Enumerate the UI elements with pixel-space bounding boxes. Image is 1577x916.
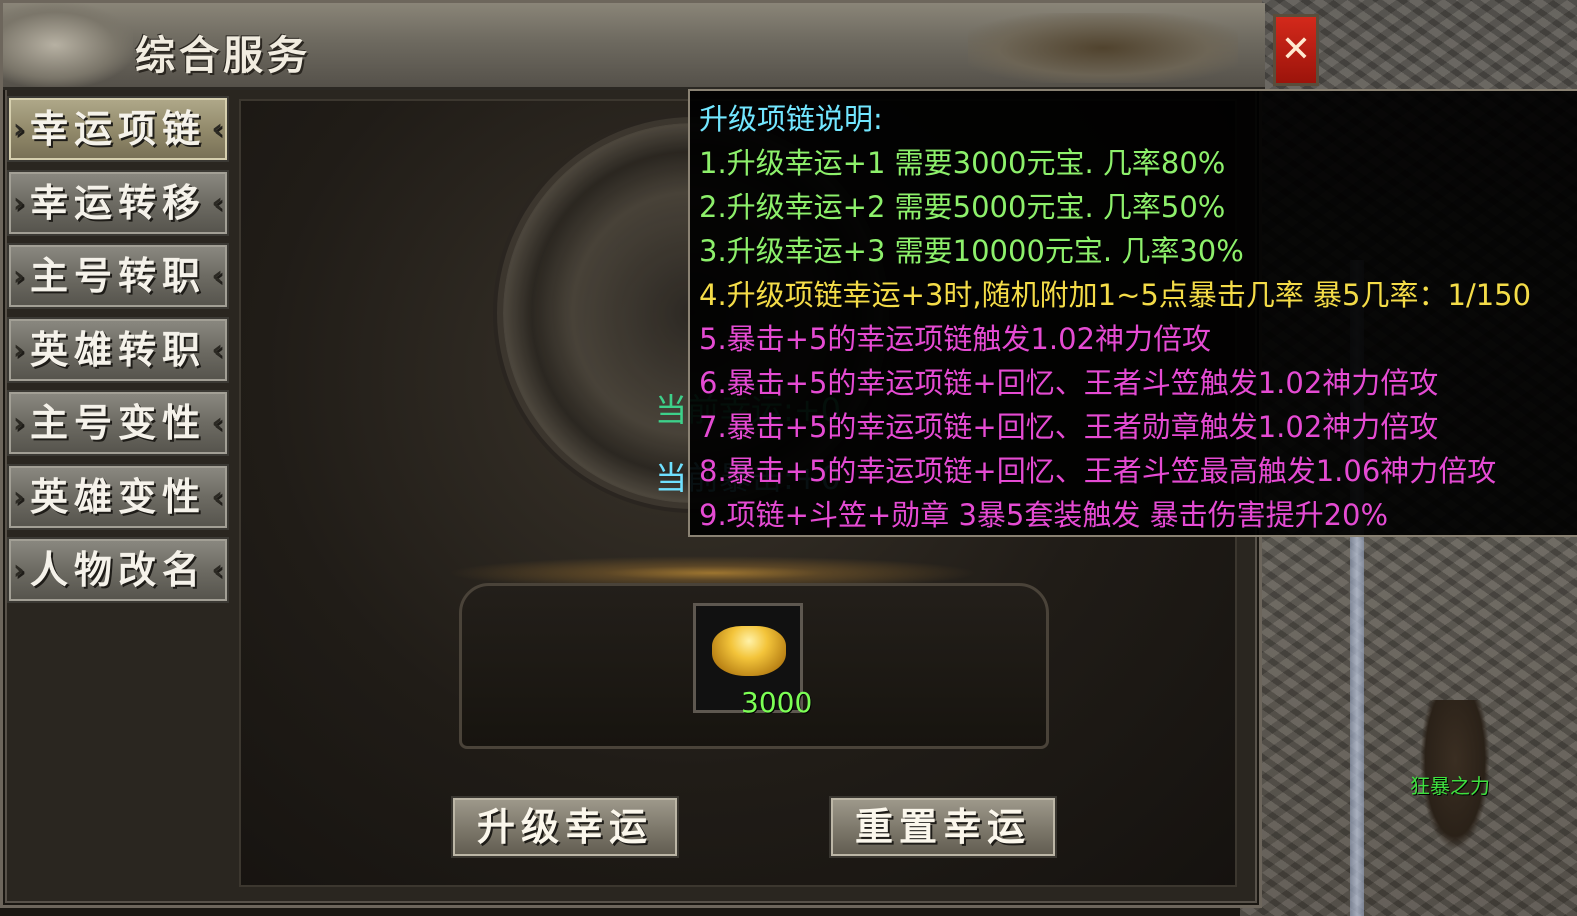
menu-item-hero-class-change[interactable]: 英雄转职: [7, 316, 229, 383]
close-button[interactable]: ✕: [1273, 14, 1319, 86]
menu-item-main-gender-change[interactable]: 主号变性: [7, 390, 229, 456]
menu-item-luck-transfer[interactable]: 幸运转移: [7, 169, 229, 236]
tooltip-line: 8.暴击+5的幸运项链+回忆、王者斗笠最高触发1.06神力倍攻: [699, 454, 1497, 488]
tooltip-line: 2.升级幸运+2 需要5000元宝. 几率50%: [699, 190, 1226, 224]
upgrade-luck-button[interactable]: 升级幸运: [451, 796, 679, 858]
upgrade-info-tooltip: 升级项链说明: 1.升级幸运+1 需要3000元宝. 几率80% 2.升级幸运+…: [688, 89, 1577, 537]
dragon-emblem-icon: [3, 3, 133, 87]
menu-item-lucky-necklace[interactable]: 幸运项链: [7, 96, 229, 162]
dragon-ornament-icon: [968, 13, 1238, 83]
tooltip-line: 7.暴击+5的幸运项链+回忆、王者勋章触发1.02神力倍攻: [699, 410, 1439, 444]
tooltip-line: 1.升级幸运+1 需要3000元宝. 几率80%: [699, 146, 1226, 180]
tooltip-line: 3.升级幸运+3 需要10000元宝. 几率30%: [699, 234, 1244, 268]
close-icon: ✕: [1280, 29, 1312, 70]
menu-item-rename[interactable]: 人物改名: [7, 537, 229, 603]
window-titlebar[interactable]: 综合服务: [3, 3, 1265, 90]
player-name-label: 狂暴之力: [1410, 774, 1490, 798]
reset-luck-button[interactable]: 重置幸运: [829, 796, 1057, 858]
tooltip-line: 5.暴击+5的幸运项链触发1.02神力倍攻: [699, 322, 1211, 356]
tooltip-line: 4.升级项链幸运+3时,随机附加1~5点暴击几率 暴5几率：1/150: [699, 278, 1532, 312]
gold-ingot-icon: [712, 626, 786, 676]
menu-item-hero-gender-change[interactable]: 英雄变性: [7, 463, 229, 530]
menu-item-main-class-change[interactable]: 主号转职: [7, 243, 229, 309]
side-menu: 幸运项链 幸运转移 主号转职 英雄转职 主号变性 英雄变性 人物改名: [7, 96, 233, 611]
tooltip-line: 9.项链+斗笠+勋章 3暴5套装触发 暴击伤害提升20%: [699, 498, 1389, 532]
window-title: 综合服务: [135, 33, 311, 79]
tooltip-heading: 升级项链说明:: [699, 102, 883, 136]
tooltip-line: 6.暴击+5的幸运项链+回忆、王者斗笠触发1.02神力倍攻: [699, 366, 1439, 400]
cost-amount: 3000: [741, 686, 813, 719]
